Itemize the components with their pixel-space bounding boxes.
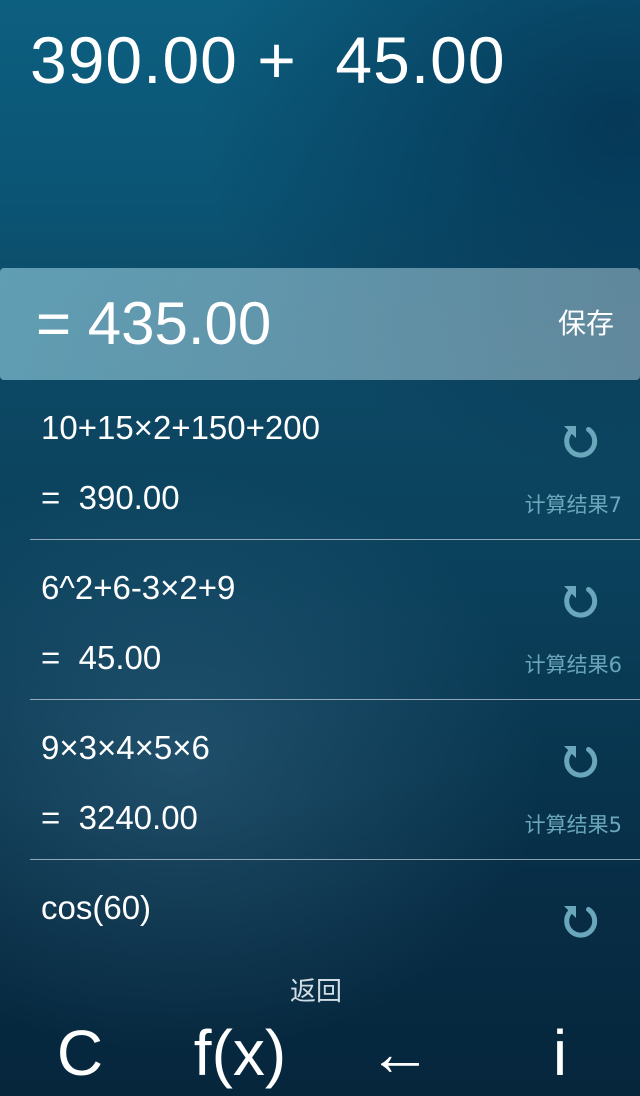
history-result: = 3240.00 <box>41 799 198 836</box>
backspace-button[interactable]: ← <box>356 1010 444 1096</box>
history-label: 计算结果6 <box>524 653 622 677</box>
restore-icon[interactable] <box>558 898 602 942</box>
history-result: = 45.00 <box>41 639 162 676</box>
history-result: = 390.00 <box>41 479 180 516</box>
history-expression: 10+15×2+150+200 <box>41 409 320 446</box>
result-bar: = 435.00 保存 <box>0 268 640 380</box>
history-item[interactable]: 6^2+6-3×2+9 = 45.00 计算结果6 <box>30 540 640 700</box>
restore-icon[interactable] <box>558 418 602 462</box>
history-label: 计算结果7 <box>524 493 622 517</box>
save-button[interactable]: 保存 <box>558 304 614 344</box>
history-item[interactable]: 9×3×4×5×6 = 3240.00 计算结果5 <box>30 700 640 860</box>
keypad-row: C f(x) ← i <box>0 1010 640 1096</box>
history-label: 计算结果5 <box>524 813 622 837</box>
history-list[interactable]: 10+15×2+150+200 = 390.00 计算结果7 6^2+6-3×2… <box>0 380 640 970</box>
function-button[interactable]: f(x) <box>178 1010 302 1096</box>
expression-display: 390.00 + 45.00 <box>30 23 506 97</box>
history-expression: 9×3×4×5×6 <box>41 729 210 766</box>
result-value: = 435.00 <box>36 290 272 357</box>
info-button[interactable]: i <box>530 1010 590 1096</box>
history-item[interactable]: 10+15×2+150+200 = 390.00 计算结果7 <box>30 380 640 540</box>
back-label[interactable]: 返回 <box>290 976 342 1008</box>
history-expression: 6^2+6-3×2+9 <box>41 569 236 606</box>
history-item[interactable]: cos(60) <box>30 860 640 970</box>
history-expression: cos(60) <box>41 889 152 926</box>
restore-icon[interactable] <box>558 738 602 782</box>
restore-icon[interactable] <box>558 578 602 622</box>
clear-button[interactable]: C <box>40 1010 120 1096</box>
